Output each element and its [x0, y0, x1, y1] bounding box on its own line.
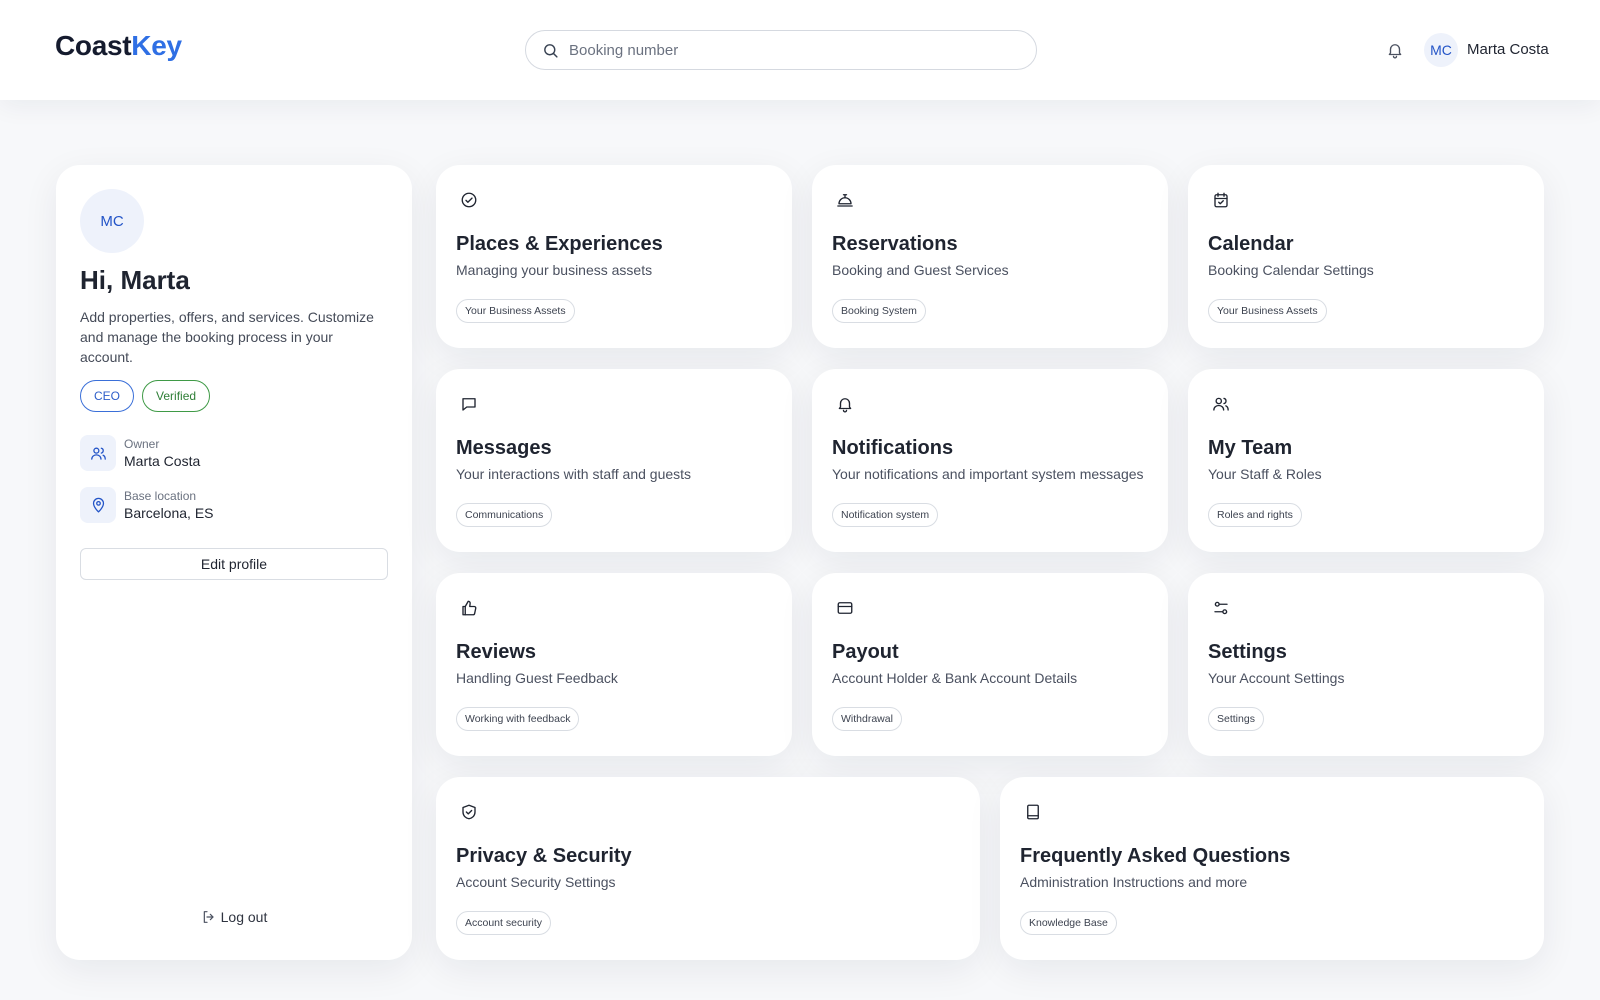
log-out-icon — [203, 911, 214, 923]
card-tag: Roles and rights — [1208, 503, 1302, 527]
card-my-team[interactable]: My Team Your Staff & Roles Roles and rig… — [1188, 369, 1544, 552]
card-title: Settings — [1208, 641, 1287, 663]
card-settings[interactable]: Settings Your Account Settings Settings — [1188, 573, 1544, 756]
edit-profile-button[interactable]: Edit profile — [80, 548, 388, 580]
card-notifications[interactable]: Notifications Your notifications and imp… — [812, 369, 1168, 552]
shield-check-icon — [462, 804, 476, 820]
card-tag: Working with feedback — [456, 707, 580, 731]
map-pin-icon — [92, 497, 104, 513]
card-calendar[interactable]: Calendar Booking Calendar Settings Your … — [1188, 165, 1544, 348]
owner-value: Marta Costa — [124, 453, 201, 469]
logo-text-key: Key — [131, 30, 182, 61]
users-icon — [1213, 397, 1229, 411]
card-places-experiences[interactable]: Places & Experiences Managing your busin… — [436, 165, 792, 348]
card-tag: Knowledge Base — [1020, 911, 1117, 935]
search-bar[interactable] — [525, 30, 1037, 70]
logout-button[interactable]: Log out — [56, 909, 412, 925]
credit-card-icon — [837, 602, 853, 614]
card-title: Notifications — [832, 437, 954, 459]
card-tag: Account security — [456, 911, 552, 935]
location-info: Base location Barcelona, ES — [80, 487, 214, 523]
owner-info: Owner Marta Costa — [80, 435, 200, 471]
card-messages[interactable]: Messages Your interactions with staff an… — [436, 369, 792, 552]
card-subtitle: Handling Guest Feedback — [456, 670, 618, 686]
card-tag: Settings — [1208, 707, 1264, 731]
concierge-bell-icon — [837, 194, 853, 207]
card-subtitle: Your Staff & Roles — [1208, 466, 1322, 482]
profile-avatar: MC — [80, 189, 144, 253]
card-subtitle: Your interactions with staff and guests — [456, 466, 692, 482]
card-subtitle: Account Holder & Bank Account Details — [832, 670, 1078, 686]
role-badges: CEO Verified — [80, 380, 211, 412]
bell-icon — [838, 398, 852, 413]
users-icon — [90, 447, 106, 460]
card-subtitle: Your notifications and important system … — [832, 466, 1144, 482]
user-avatar[interactable]: MC — [1424, 33, 1458, 67]
card-subtitle: Your Account Settings — [1208, 670, 1345, 686]
card-title: My Team — [1208, 437, 1293, 459]
profile-description: Add properties, offers, and services. Cu… — [80, 309, 374, 365]
card-payout[interactable]: Payout Account Holder & Bank Account Det… — [812, 573, 1168, 756]
card-title: Payout — [832, 641, 899, 663]
logo-text-coast: Coast — [55, 30, 132, 61]
card-tag: Booking System — [832, 299, 926, 323]
card-title: Privacy & Security — [456, 845, 632, 867]
card-reviews[interactable]: Reviews Handling Guest Feedback Working … — [436, 573, 792, 756]
card-subtitle: Booking Calendar Settings — [1208, 262, 1374, 278]
book-icon — [1027, 804, 1039, 820]
card-tag: Communications — [456, 503, 553, 527]
logout-label: Log out — [220, 909, 268, 925]
location-value: Barcelona, ES — [124, 505, 214, 521]
card-title: Messages — [456, 437, 552, 459]
card-title: Calendar — [1208, 233, 1294, 255]
user-name[interactable]: Marta Costa — [1467, 41, 1549, 58]
badge-ceo: CEO — [80, 380, 135, 412]
card-tag: Your Business Assets — [1208, 299, 1327, 323]
logo[interactable]: CoastKey — [55, 30, 182, 62]
card-faq[interactable]: Frequently Asked Questions Administratio… — [1000, 777, 1544, 960]
owner-icon-box — [80, 435, 116, 471]
card-title: Frequently Asked Questions — [1020, 845, 1291, 867]
card-subtitle: Booking and Guest Services — [832, 262, 1009, 278]
message-square-icon — [462, 398, 476, 411]
card-privacy-security[interactable]: Privacy & Security Account Security Sett… — [436, 777, 980, 960]
badge-verified: Verified — [142, 380, 211, 412]
calendar-check-icon — [1214, 192, 1228, 208]
card-title: Reservations — [832, 233, 958, 255]
greeting: Hi, Marta — [80, 265, 190, 295]
thumbs-up-icon — [462, 600, 477, 616]
search-icon — [544, 43, 558, 58]
sliders-icon — [1214, 601, 1228, 615]
profile-card: MC Hi, Marta Add properties, offers, and… — [56, 165, 412, 960]
search-input[interactable] — [569, 41, 1009, 59]
card-subtitle: Account Security Settings — [456, 874, 616, 890]
notifications-bell-icon[interactable] — [1386, 41, 1404, 59]
top-bar: CoastKey MC Marta Costa — [0, 0, 1600, 100]
card-tag: Your Business Assets — [456, 299, 575, 323]
card-subtitle: Administration Instructions and more — [1020, 874, 1248, 890]
card-tag: Withdrawal — [832, 707, 902, 731]
card-title: Reviews — [456, 641, 537, 663]
check-circle-icon — [461, 192, 477, 208]
location-label: Base location — [124, 489, 197, 503]
location-icon-box — [80, 487, 116, 523]
card-subtitle: Managing your business assets — [456, 262, 653, 278]
card-title: Places & Experiences — [456, 233, 663, 255]
card-tag: Notification system — [832, 503, 939, 527]
owner-label: Owner — [124, 437, 160, 451]
card-reservations[interactable]: Reservations Booking and Guest Services … — [812, 165, 1168, 348]
